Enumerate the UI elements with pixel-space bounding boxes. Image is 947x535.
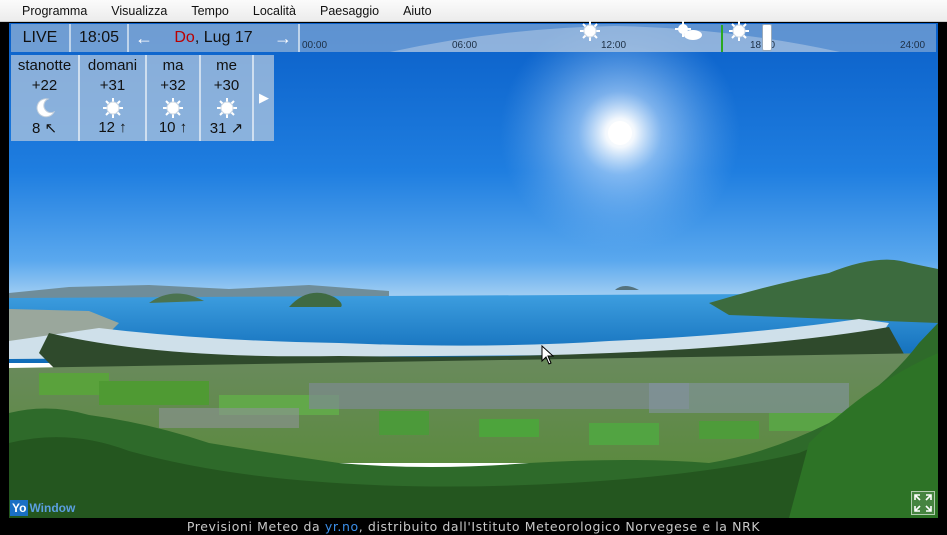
arrow-left-icon[interactable]: ← [135, 28, 153, 49]
clock-time-label: 18:05 [78, 29, 120, 46]
forecast-wind: 12 ↑ [98, 119, 127, 136]
day-timeline[interactable]: 00:00 06:00 12:00 18:00 24:00 [300, 21, 936, 52]
menu-bar: Programma Visualizza Tempo Località Paes… [0, 0, 947, 22]
clock-time: 18:05 [71, 24, 129, 52]
date-navigator: ← Do, Lug 17 → [129, 24, 300, 52]
tick-0600: 06:00 [452, 40, 478, 51]
logo-yo: Yo [10, 500, 29, 516]
moon-icon [34, 97, 56, 119]
menu-localita[interactable]: Località [241, 0, 308, 22]
menu-tempo[interactable]: Tempo [179, 0, 241, 22]
live-button[interactable]: LIVE [11, 24, 71, 52]
play-right-icon[interactable]: ▶ [254, 55, 274, 141]
forecast-day[interactable]: me +30 31 ↗ [201, 55, 254, 141]
menu-aiuto[interactable]: Aiuto [391, 0, 444, 22]
forecast-day-label: ma [162, 57, 184, 74]
credits-suffix: , distribuito dall'Istituto Meteorologic… [358, 519, 761, 534]
menu-visualizza[interactable]: Visualizza [99, 0, 179, 22]
current-time-marker [721, 25, 723, 52]
sun-icon [216, 97, 238, 119]
menu-paesaggio[interactable]: Paesaggio [308, 0, 391, 22]
forecast-temp: +31 [99, 77, 126, 94]
time-bar: LIVE 18:05 ← Do, Lug 17 → 00:00 06:00 12… [11, 21, 936, 52]
yr-no-link[interactable]: yr.no [325, 519, 359, 534]
sun-cloud-icon [675, 21, 702, 40]
credits-prefix: Previsioni Meteo da [186, 519, 325, 534]
date-label: Do, Lug 17 [174, 29, 252, 47]
sun-icon [729, 21, 749, 41]
sun-icon [162, 97, 184, 119]
forecast-wind: 31 ↗ [209, 120, 244, 137]
tick-2400: 24:00 [900, 40, 926, 51]
forecast-wind: 10 ↑ [158, 119, 188, 136]
forecast-temp: +30 [213, 77, 240, 94]
sun-disc [608, 121, 632, 145]
live-label: LIVE [22, 29, 58, 46]
date-day: Do [174, 29, 195, 46]
forecast-day-label: domani [87, 57, 138, 74]
yowindow-app: Programma Visualizza Tempo Località Paes… [0, 0, 947, 535]
forecast-temp: +22 [31, 77, 58, 94]
forecast-wind: 8 ↖ [31, 120, 58, 137]
date-month-day: , Lug 17 [194, 29, 253, 46]
sun-icon [580, 21, 600, 41]
time-slider-handle[interactable] [762, 24, 772, 51]
forecast-temp: +32 [160, 77, 186, 94]
forecast-day-label: me [216, 57, 237, 74]
forecast-day[interactable]: domani +31 12 ↑ [80, 55, 147, 141]
forecast-credits: Previsioni Meteo da yr.no, distribuito d… [0, 518, 947, 535]
yowindow-logo[interactable]: Yo Window [10, 499, 75, 517]
logo-window: Window [29, 501, 76, 515]
fullscreen-icon[interactable] [911, 491, 935, 515]
forecast-panel: stanotte +22 8 ↖ domani +31 12 ↑ ma +32 … [11, 55, 274, 141]
tick-0000: 00:00 [302, 40, 328, 51]
forecast-day[interactable]: stanotte +22 8 ↖ [11, 55, 80, 141]
sun-icon [102, 97, 124, 119]
tick-1200: 12:00 [601, 40, 627, 51]
menu-programma[interactable]: Programma [10, 0, 99, 22]
forecast-day[interactable]: ma +32 10 ↑ [147, 55, 201, 141]
forecast-day-label: stanotte [17, 57, 72, 74]
mouse-cursor-icon [541, 345, 555, 365]
arrow-right-icon[interactable]: → [274, 28, 292, 49]
